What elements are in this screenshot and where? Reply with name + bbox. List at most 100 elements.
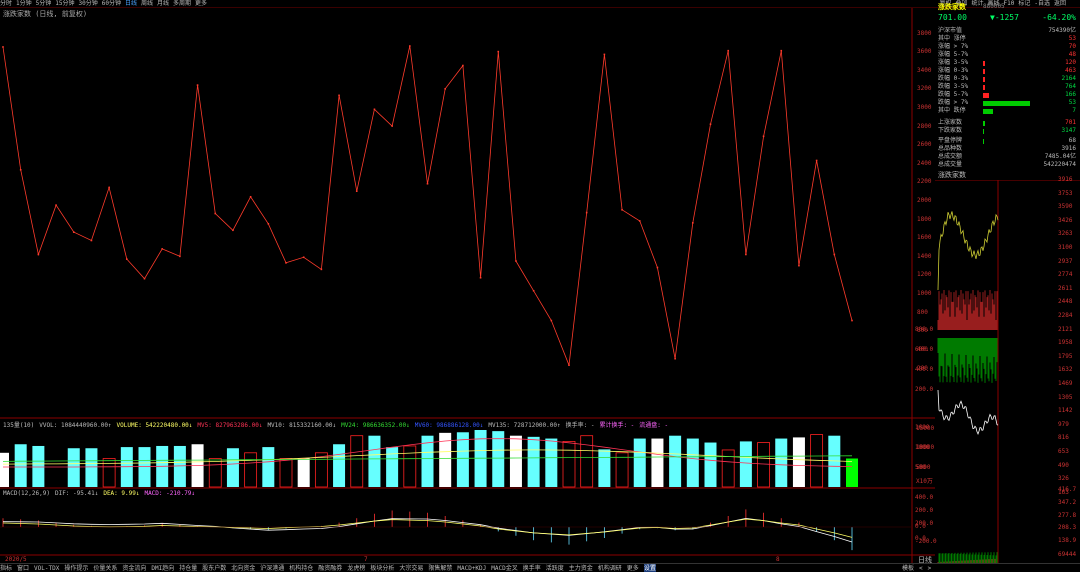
volume-bar xyxy=(0,452,9,487)
axis-label: 1200 xyxy=(917,271,932,279)
quote-pct: -64.20% xyxy=(1042,13,1076,22)
price-point xyxy=(568,364,570,367)
quote-row-value: 68 xyxy=(1068,137,1076,144)
bottom-control[interactable]: < xyxy=(919,564,923,572)
indicator-tab[interactable]: MACD+KDJ xyxy=(457,564,486,572)
axis-label: 2600 xyxy=(917,141,932,149)
macd-legend-item: MACD(12,26,9) xyxy=(3,490,50,497)
indicator-tab[interactable]: 大宗交易 xyxy=(399,564,423,572)
mini-axis-label: 2937 xyxy=(1058,257,1073,265)
indicator-tab[interactable]: 价量关系 xyxy=(93,564,117,572)
mini-title: 涨跌家数 xyxy=(938,171,966,179)
quote-row-label: 跌幅 0-3% xyxy=(938,75,969,82)
indicator-tab[interactable]: 设置 xyxy=(643,564,656,572)
price-point xyxy=(603,53,606,56)
indicator-tab[interactable]: 板块分析 xyxy=(370,564,394,572)
quote-row: 涨幅 0-3% 463 xyxy=(935,67,1080,75)
bottom-control[interactable]: > xyxy=(928,564,932,572)
indicator-tab[interactable]: 限售解禁 xyxy=(428,564,452,572)
indicator-tab[interactable]: VOL-TDX xyxy=(34,564,59,572)
volume-bar xyxy=(633,438,646,487)
volume-bar xyxy=(757,442,770,488)
quote-row-label: 涨幅 5-7% xyxy=(938,51,969,58)
indicator-tab[interactable]: 机构调研 xyxy=(598,564,622,572)
volume-bar xyxy=(721,449,735,488)
volume-bar xyxy=(244,452,258,488)
indicator-tab[interactable]: 换手率 xyxy=(523,564,541,572)
price-point xyxy=(55,204,57,206)
mini-line xyxy=(937,389,999,435)
indicator-tab[interactable]: 北向资金 xyxy=(231,564,255,572)
volume-bar xyxy=(403,445,417,488)
price-point xyxy=(108,186,110,189)
ratio-bar xyxy=(983,68,986,74)
indicator-tab[interactable]: 主力资金 xyxy=(569,564,593,572)
mini-axis-label: 3426 xyxy=(1058,216,1073,224)
quote-row-value: 542220474 xyxy=(1043,161,1076,168)
mini-axis-label: 2611 xyxy=(1058,284,1073,292)
mini-vol-axis-label: 69444 xyxy=(1058,551,1077,558)
indicator-tab[interactable]: 更多 xyxy=(627,564,639,572)
quote-row: 平盘停牌 68 xyxy=(935,137,1080,145)
indicator-tab[interactable]: 股东户数 xyxy=(202,564,226,572)
volume-bar xyxy=(297,458,310,487)
quote-row: 跌幅 3-5% 764 xyxy=(935,83,1080,91)
mini-axis-label: 326 xyxy=(1058,475,1069,483)
price-point xyxy=(179,255,181,258)
price-point xyxy=(2,46,4,48)
volume-bar xyxy=(208,458,222,488)
legend-item: VVOL: 1084440960.00↑ xyxy=(39,422,112,429)
indicator-tab[interactable]: 持仓量 xyxy=(179,564,197,572)
indicator-tab[interactable]: MACD金叉 xyxy=(491,564,517,572)
mini-left-axis-label: 1600 xyxy=(915,424,930,431)
mini-vol-axis-label: 277.8 xyxy=(1058,512,1077,519)
indicator-tab[interactable]: 操作提示 xyxy=(64,564,88,572)
mini-vol-axis-label: 347.2 xyxy=(1058,499,1077,506)
volume-bar xyxy=(102,458,116,488)
price-point xyxy=(798,264,800,267)
mini-axis-label: 3263 xyxy=(1058,230,1073,238)
legend-item: MV24: 986636352.00↓ xyxy=(341,422,410,429)
mini-axis-label: 979 xyxy=(1058,420,1069,428)
volume-bar xyxy=(456,432,469,487)
quote-row-label: 平盘停牌 xyxy=(938,137,963,144)
quote-row-label: 总成交额 xyxy=(938,153,963,160)
price-point xyxy=(90,239,93,242)
indicator-tab[interactable]: 机构持仓 xyxy=(289,564,313,572)
volume-bar xyxy=(775,438,788,487)
quote-row: 下跌家数 3147 xyxy=(935,127,1080,135)
volume-bar xyxy=(279,458,293,488)
indicator-tab[interactable]: 活跃度 xyxy=(546,564,564,572)
mini-axis-label: 1305 xyxy=(1058,393,1073,401)
volume-bar xyxy=(615,452,629,488)
indicator-tab[interactable]: 融资融券 xyxy=(318,564,342,572)
mini-axis-label: 3100 xyxy=(1058,244,1073,251)
price-point xyxy=(302,256,305,259)
axis-label: 3000 xyxy=(917,103,932,111)
price-point xyxy=(444,88,446,90)
price-point xyxy=(267,222,270,225)
date-label: 7 xyxy=(364,556,368,563)
axis-label: 3200 xyxy=(917,85,932,93)
price-point xyxy=(214,212,217,215)
quote-row: 沪深市值 754390亿 xyxy=(935,27,1080,35)
bottom-control[interactable]: 模板 xyxy=(902,564,914,572)
price-point xyxy=(550,319,553,322)
indicator-tab[interactable]: DMI趋向 xyxy=(151,564,174,572)
indicator-tab[interactable]: 窗口 xyxy=(17,564,29,572)
main-chart[interactable] xyxy=(0,0,935,570)
indicator-tab[interactable]: 沪深港通 xyxy=(260,564,284,572)
quote-row-value: 764 xyxy=(1065,83,1076,90)
axis-label: 800 xyxy=(917,308,928,316)
price-point xyxy=(833,253,836,256)
indicator-tab[interactable]: 指标 xyxy=(0,564,12,572)
axis-label: 1800 xyxy=(917,215,932,223)
ratio-bar xyxy=(983,92,989,98)
volume-bar xyxy=(509,435,522,487)
indicator-tab[interactable]: 资金流向 xyxy=(122,564,146,572)
ratio-bar xyxy=(983,120,986,126)
legend-item: 流通盘: - xyxy=(639,422,669,429)
volume-bar xyxy=(686,438,699,487)
indicator-tab[interactable]: 龙虎榜 xyxy=(347,564,365,572)
mini-axis-label: 1632 xyxy=(1058,366,1073,374)
